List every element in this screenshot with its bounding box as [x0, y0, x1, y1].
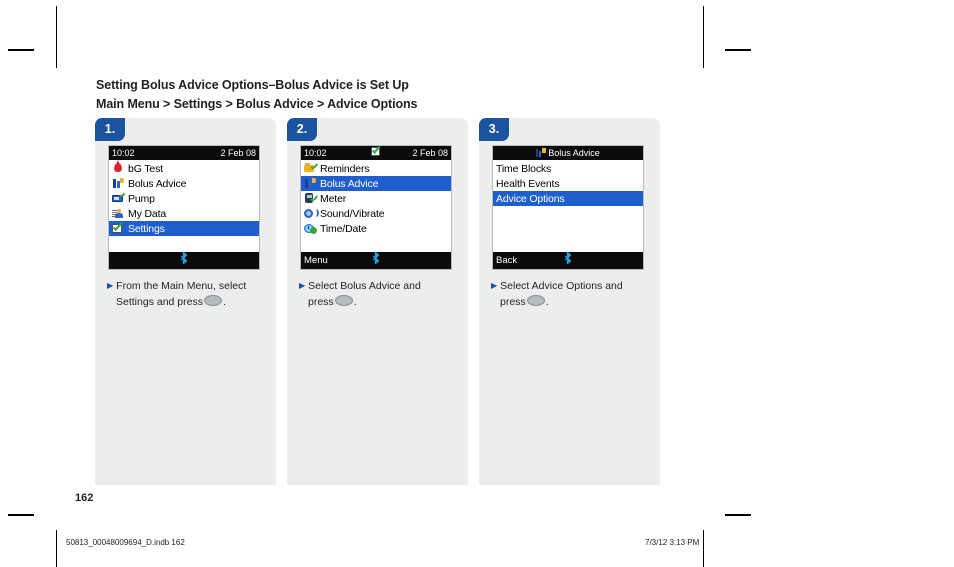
menu-item-my-data[interactable]: My Data — [109, 206, 259, 221]
time-date-icon — [303, 222, 317, 235]
statusbar-back-label[interactable]: Back — [496, 252, 517, 269]
my-data-icon — [111, 207, 125, 220]
menu-item-label: Settings — [128, 222, 165, 235]
reminders-icon — [303, 162, 317, 175]
menu-item-label: Time Blocks — [496, 162, 552, 175]
menu-item-time-date[interactable]: Time/Date — [301, 221, 451, 236]
bullet-arrow-icon: ▶ — [299, 281, 306, 290]
bullet-arrow-icon: ▶ — [107, 281, 114, 290]
crop-mark-bottom-left-vertical — [56, 530, 57, 567]
menu-item-label: Health Events — [496, 177, 560, 190]
bluetooth-icon — [372, 251, 380, 270]
menu-item-label: Bolus Advice — [128, 177, 187, 190]
press-button-icon — [526, 294, 545, 306]
caption-period: . — [222, 295, 226, 308]
device-menu-list-1: bG Test Bolus Advice Pump My Data Settin… — [109, 160, 259, 252]
bolus-advice-icon — [536, 148, 547, 157]
step-badge-1: 1. — [95, 118, 125, 141]
bluetooth-icon — [180, 251, 188, 270]
menu-item-health-events[interactable]: Health Events — [493, 176, 643, 191]
caption-line-1: Select Bolus Advice and — [308, 280, 421, 292]
menu-item-meter[interactable]: Meter — [301, 191, 451, 206]
sound-vibrate-icon — [303, 207, 319, 220]
device-menu-list-3: Time Blocks Health Events Advice Options — [493, 160, 643, 252]
menu-item-time-blocks[interactable]: Time Blocks — [493, 161, 643, 176]
device-statusbar-2: Menu — [301, 251, 451, 270]
caption-line-1: From the Main Menu, select — [116, 280, 247, 292]
caption-line-2: Settings and press — [116, 295, 203, 308]
menu-item-label: Pump — [128, 192, 155, 205]
settings-check-icon — [371, 147, 381, 156]
settings-check-icon — [111, 222, 125, 235]
bolus-advice-icon — [111, 177, 125, 190]
bolus-advice-icon — [303, 177, 317, 190]
step-panel-3: 3. Bolus Advice Time Blocks Health Event… — [479, 118, 660, 485]
caption-period: . — [545, 295, 549, 308]
crop-mark-top-left-horizontal — [8, 49, 34, 51]
crop-mark-bottom-left-horizontal — [8, 514, 34, 516]
footer-file-name: 50813_00048009694_D.indb 162 — [66, 538, 185, 547]
crop-mark-top-left-vertical — [56, 6, 57, 68]
press-button-icon — [334, 294, 353, 306]
menu-item-bolus-advice[interactable]: Bolus Advice — [109, 176, 259, 191]
device-statusbar-3: Back — [493, 251, 643, 270]
menu-item-reminders[interactable]: Reminders — [301, 161, 451, 176]
pump-icon — [111, 192, 125, 205]
breadcrumb: Main Menu > Settings > Bolus Advice > Ad… — [96, 97, 418, 111]
press-button-icon — [203, 294, 222, 306]
step-caption-2: ▶ Select Bolus Advice and press. — [299, 278, 459, 310]
menu-item-label: Time/Date — [320, 222, 367, 235]
menu-item-label: bG Test — [128, 162, 163, 175]
menu-item-sound-vibrate[interactable]: Sound/Vibrate — [301, 206, 451, 221]
crop-mark-top-right-vertical — [703, 6, 704, 68]
menu-item-label: Meter — [320, 192, 347, 205]
bluetooth-icon — [564, 251, 572, 270]
menu-item-advice-options-selected[interactable]: Advice Options — [493, 191, 643, 206]
titlebar-date: 2 Feb 08 — [412, 148, 448, 158]
menu-item-label: Sound/Vibrate — [320, 207, 385, 220]
device-titlebar-3: Bolus Advice — [493, 146, 643, 160]
titlebar-time: 10:02 — [112, 148, 135, 158]
titlebar-title-slot: Bolus Advice — [493, 146, 643, 160]
crop-mark-bottom-right-vertical — [703, 530, 704, 567]
page-title: Setting Bolus Advice Options–Bolus Advic… — [96, 78, 409, 92]
device-screen-2: 10:02 2 Feb 08 Reminders Bolus Advice Me… — [300, 145, 452, 270]
device-titlebar-2: 10:02 2 Feb 08 — [301, 146, 451, 160]
device-menu-list-2: Reminders Bolus Advice Meter Sound/Vibra… — [301, 160, 451, 252]
titlebar-title: Bolus Advice — [548, 148, 600, 158]
footer-timestamp: 7/3/12 3:13 PM — [645, 538, 700, 547]
caption-line-2: press — [308, 295, 334, 308]
titlebar-date: 2 Feb 08 — [220, 148, 256, 158]
caption-line-1: Select Advice Options and — [500, 280, 623, 292]
menu-item-pump[interactable]: Pump — [109, 191, 259, 206]
menu-item-label: Reminders — [320, 162, 370, 175]
device-statusbar-1 — [109, 251, 259, 270]
meter-icon — [303, 192, 317, 205]
page-heading: Setting Bolus Advice Options–Bolus Advic… — [96, 76, 656, 114]
bullet-arrow-icon: ▶ — [491, 281, 498, 290]
menu-item-label: My Data — [128, 207, 167, 220]
menu-item-bolus-advice-selected[interactable]: Bolus Advice — [301, 176, 451, 191]
caption-line-2: press — [500, 295, 526, 308]
statusbar-menu-label[interactable]: Menu — [304, 252, 328, 269]
menu-item-settings-selected[interactable]: Settings — [109, 221, 259, 236]
device-titlebar-1: 10:02 2 Feb 08 — [109, 146, 259, 160]
menu-item-label: Advice Options — [496, 192, 565, 205]
menu-item-label: Bolus Advice — [320, 177, 379, 190]
crop-mark-bottom-right-horizontal — [725, 514, 751, 516]
blood-drop-icon — [111, 160, 125, 175]
crop-mark-top-right-horizontal — [725, 49, 751, 51]
step-caption-1: ▶ From the Main Menu, select Settings and… — [107, 278, 267, 310]
step-panel-2: 2. 10:02 2 Feb 08 Reminders Bolus Advice… — [287, 118, 468, 485]
device-screen-3: Bolus Advice Time Blocks Health Events A… — [492, 145, 644, 270]
menu-item-bg-test[interactable]: bG Test — [109, 160, 259, 176]
caption-period: . — [353, 295, 357, 308]
step-caption-3: ▶ Select Advice Options and press. — [491, 278, 651, 310]
device-screen-1: 10:02 2 Feb 08 bG Test Bolus Advice Pump… — [108, 145, 260, 270]
page-number: 162 — [75, 492, 94, 504]
step-panel-1: 1. 10:02 2 Feb 08 bG Test Bolus Advice P… — [95, 118, 276, 485]
step-badge-3: 3. — [479, 118, 509, 141]
step-badge-2: 2. — [287, 118, 317, 141]
